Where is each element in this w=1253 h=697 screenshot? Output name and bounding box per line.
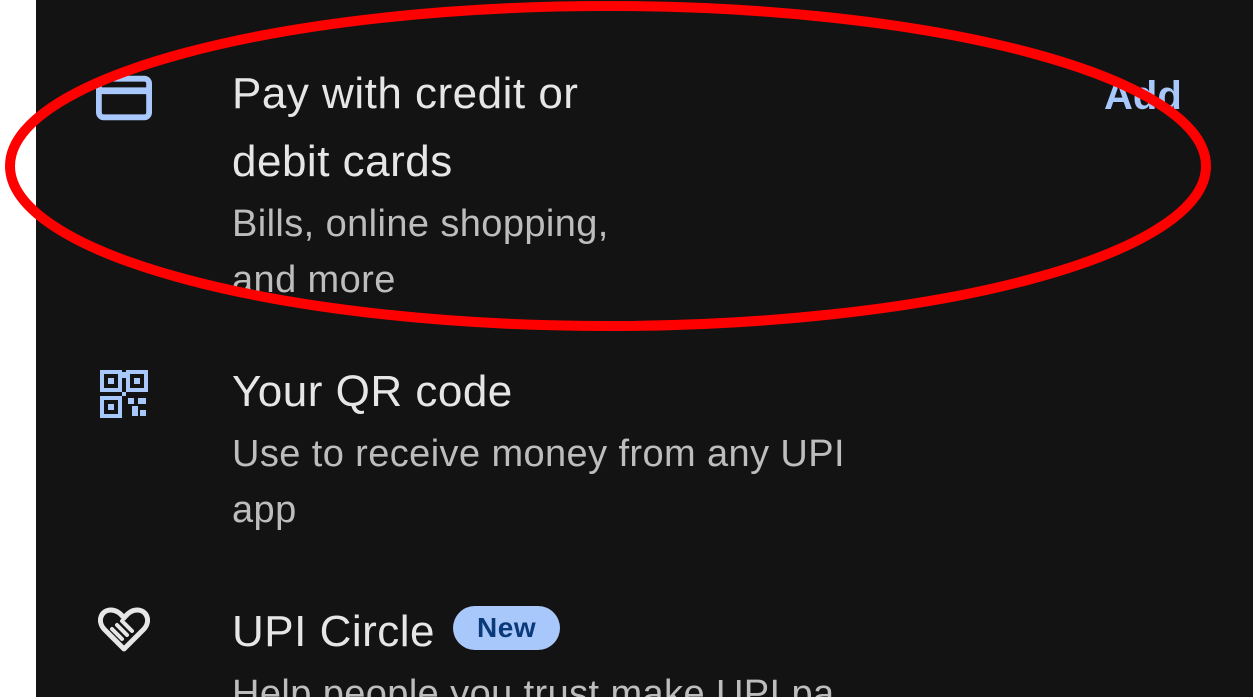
qr-title: Your QR code bbox=[232, 367, 513, 416]
qr-subtitle-line1: Use to receive money from any UPI bbox=[232, 433, 845, 475]
qr-subtitle-line2: app bbox=[232, 489, 297, 531]
new-badge: New bbox=[453, 606, 561, 651]
cards-subtitle-line2: and more bbox=[232, 259, 396, 301]
credit-card-icon bbox=[96, 70, 152, 126]
cards-text: Pay with credit or debit cards Bills, on… bbox=[232, 60, 1132, 308]
upi-circle-title-row: UPI Circle New bbox=[232, 598, 1132, 666]
cards-title-line1: Pay with credit or bbox=[232, 69, 579, 118]
add-card-button[interactable]: Add bbox=[1104, 68, 1182, 124]
list-item-cards[interactable]: Pay with credit or debit cards Bills, on… bbox=[36, 60, 1253, 301]
upi-circle-title: UPI Circle bbox=[232, 607, 436, 656]
cards-title-line2: debit cards bbox=[232, 137, 453, 186]
cards-subtitle-line1: Bills, online shopping, bbox=[232, 203, 609, 245]
qr-code-icon bbox=[96, 366, 152, 422]
upi-circle-text: UPI Circle New Help people you trust make… bbox=[232, 598, 1132, 697]
heart-handshake-icon bbox=[96, 602, 152, 658]
list-item-upi-circle[interactable]: UPI Circle New Help people you trust make… bbox=[36, 598, 1253, 697]
payment-options-screen: Pay with credit or debit cards Bills, on… bbox=[36, 0, 1253, 697]
qr-text: Your QR code Use to receive money from a… bbox=[232, 358, 1132, 538]
list-item-qr-code[interactable]: Your QR code Use to receive money from a… bbox=[36, 358, 1253, 538]
upi-circle-subtitle: Help people you trust make UPI pa... bbox=[232, 673, 868, 697]
